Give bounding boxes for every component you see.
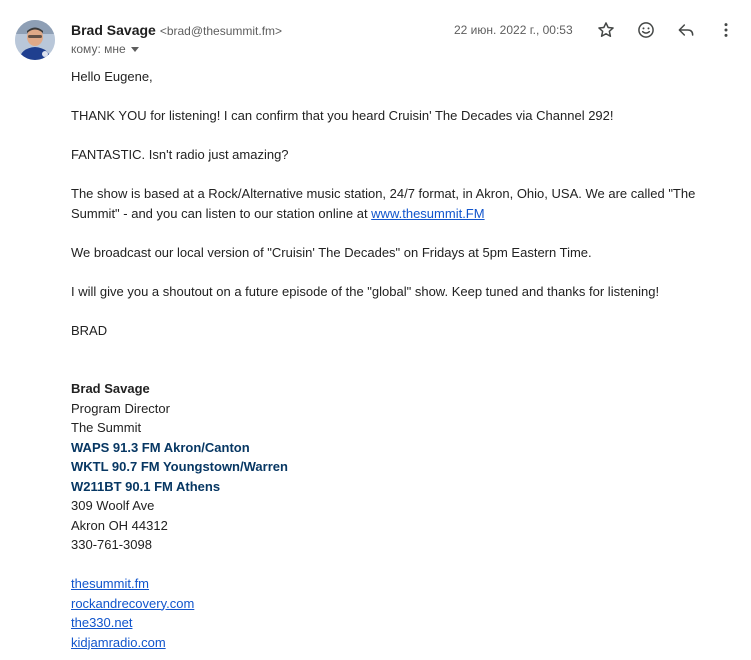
sender-name[interactable]: Brad Savage [71, 22, 156, 38]
avatar-image [15, 20, 55, 60]
paragraph-fantastic: FANTASTIC. Isn't radio just amazing? [71, 147, 289, 162]
signature-phone: 330-761-3098 [71, 537, 152, 552]
paragraph-thank-you: THANK YOU for listening! I can confirm t… [71, 108, 614, 123]
star-icon [598, 22, 614, 37]
more-vert-icon [724, 23, 728, 37]
signature-address-street: 309 Woolf Ave [71, 498, 155, 513]
avatar[interactable] [15, 20, 55, 60]
signature-station: WAPS 91.3 FM Akron/Canton [71, 439, 250, 455]
recipient-label: кому: мне [71, 42, 126, 56]
signature-link[interactable]: kidjamradio.com [71, 635, 166, 650]
signature-company: The Summit [71, 420, 142, 435]
signature-link[interactable]: rockandrecovery.com [71, 596, 194, 611]
paragraph-broadcast-time: We broadcast our local version of "Cruis… [71, 244, 592, 260]
paragraph-station-info: The show is based at a Rock/Alternative … [71, 184, 731, 223]
signature-station: W211BT 90.1 FM Athens [71, 478, 221, 494]
signature-link[interactable]: the330.net [71, 615, 132, 630]
more-options-button[interactable] [714, 18, 738, 42]
reply-button[interactable] [674, 18, 698, 42]
signature-link[interactable]: thesummit.fm [71, 576, 149, 591]
recipient-line: кому: мне [71, 40, 139, 58]
signature-station: WKTL 90.7 FM Youngstown/Warren [71, 459, 288, 474]
signature-title: Program Director [71, 400, 170, 416]
add-reaction-button[interactable] [634, 18, 658, 42]
signature-name: Brad Savage [71, 381, 150, 396]
paragraph-shoutout: I will give you a shoutout on a future e… [71, 283, 660, 299]
star-button[interactable] [594, 18, 618, 42]
signature-address-city: Akron OH 44312 [71, 517, 168, 533]
closing: BRAD [71, 322, 108, 338]
sender-email: <brad@thesummit.fm> [159, 24, 283, 38]
greeting: Hello Eugene, [71, 69, 153, 84]
station-website-link[interactable]: www.thesummit.FM [371, 206, 484, 221]
emoji-icon [638, 22, 654, 38]
sender-line: Brad Savage <brad@thesummit.fm> [71, 20, 282, 40]
reply-icon [678, 24, 694, 36]
message-date: 22 июн. 2022 г., 00:53 [454, 23, 573, 37]
message-body: Hello Eugene, THANK YOU for listening! I… [71, 67, 731, 652]
recipient-details-dropdown-icon[interactable] [130, 47, 139, 53]
